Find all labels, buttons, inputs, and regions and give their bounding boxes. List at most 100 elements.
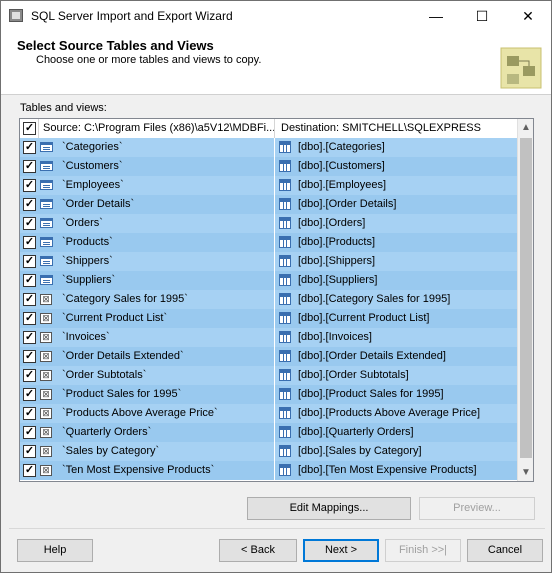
row-checkbox[interactable]: ✓ bbox=[23, 236, 36, 249]
minimize-button[interactable]: — bbox=[413, 1, 459, 32]
destination-cell[interactable]: [dbo].[Categories] bbox=[275, 138, 518, 157]
table-row[interactable]: ✓ ⊠ `Current Product List` [dbo].[Current P… bbox=[20, 309, 518, 328]
source-cell[interactable]: ⊠ `Product Sales for 1995` bbox=[39, 385, 275, 404]
table-row[interactable]: ✓ `Order Details` [dbo].[Order Details] bbox=[20, 195, 518, 214]
source-cell[interactable]: ⊠ `Current Product List` bbox=[39, 309, 275, 328]
row-checkbox[interactable]: ✓ bbox=[23, 255, 36, 268]
row-checkbox[interactable]: ✓ bbox=[23, 179, 36, 192]
vertical-scrollbar[interactable]: ▲ ▼ bbox=[517, 119, 533, 481]
destination-cell[interactable]: [dbo].[Products Above Average Price] bbox=[275, 404, 518, 423]
row-checkbox[interactable]: ✓ bbox=[23, 312, 36, 325]
back-button[interactable]: < Back bbox=[219, 539, 297, 562]
row-checkbox[interactable]: ✓ bbox=[23, 369, 36, 382]
source-cell[interactable]: ⊠ `Quarterly Orders` bbox=[39, 423, 275, 442]
table-row[interactable]: ✓ `Shippers` [dbo].[Shippers] bbox=[20, 252, 518, 271]
view-icon: ⊠ bbox=[40, 313, 52, 324]
table-row[interactable]: ✓ ⊠ `Sales by Category` [dbo].[Sales by Cat… bbox=[20, 442, 518, 461]
destination-cell[interactable]: [dbo].[Invoices] bbox=[275, 328, 518, 347]
select-all-checkbox[interactable]: ✓ bbox=[23, 122, 36, 135]
destination-cell[interactable]: [dbo].[Customers] bbox=[275, 157, 518, 176]
source-cell[interactable]: `Products` bbox=[39, 233, 275, 252]
destination-column-header[interactable]: Destination: SMITCHELL\SQLEXPRESS bbox=[275, 119, 518, 138]
destination-cell[interactable]: [dbo].[Order Details Extended] bbox=[275, 347, 518, 366]
table-row[interactable]: ✓ ⊠ `Order Details Extended` [dbo].[Order D… bbox=[20, 347, 518, 366]
table-row[interactable]: ✓ ⊠ `Ten Most Expensive Products` [dbo].[Te… bbox=[20, 461, 518, 480]
source-cell[interactable]: `Customers` bbox=[39, 157, 275, 176]
help-button[interactable]: Help bbox=[17, 539, 93, 562]
row-checkbox[interactable]: ✓ bbox=[23, 445, 36, 458]
row-checkbox[interactable]: ✓ bbox=[23, 293, 36, 306]
destination-cell[interactable]: [dbo].[Order Subtotals] bbox=[275, 366, 518, 385]
destination-cell[interactable]: [dbo].[Category Sales for 1995] bbox=[275, 290, 518, 309]
row-checkbox[interactable]: ✓ bbox=[23, 464, 36, 477]
destination-cell[interactable]: [dbo].[Employees] bbox=[275, 176, 518, 195]
finish-button[interactable]: Finish >>| bbox=[385, 539, 461, 562]
view-icon: ⊠ bbox=[40, 351, 52, 362]
table-row[interactable]: ✓ ⊠ `Quarterly Orders` [dbo].[Quarterly Ord… bbox=[20, 423, 518, 442]
destination-table-icon bbox=[279, 388, 291, 400]
source-cell[interactable]: `Employees` bbox=[39, 176, 275, 195]
destination-cell[interactable]: [dbo].[Quarterly Orders] bbox=[275, 423, 518, 442]
app-icon bbox=[9, 9, 23, 22]
row-checkbox[interactable]: ✓ bbox=[23, 274, 36, 287]
row-checkbox[interactable]: ✓ bbox=[23, 407, 36, 420]
source-cell[interactable]: ⊠ `Order Details Extended` bbox=[39, 347, 275, 366]
table-row[interactable]: ✓ `Customers` [dbo].[Customers] bbox=[20, 157, 518, 176]
source-cell[interactable]: ⊠ `Order Subtotals` bbox=[39, 366, 275, 385]
row-checkbox[interactable]: ✓ bbox=[23, 350, 36, 363]
scroll-thumb[interactable] bbox=[520, 138, 532, 458]
table-row[interactable]: ✓ ⊠ `Order Subtotals` [dbo].[Order Subtotal… bbox=[20, 366, 518, 385]
row-checkbox[interactable]: ✓ bbox=[23, 160, 36, 173]
source-column-header[interactable]: Source: C:\Program Files (x86)\a5V12\MDB… bbox=[39, 119, 275, 138]
view-icon: ⊠ bbox=[40, 332, 52, 343]
table-row[interactable]: ✓ ⊠ `Products Above Average Price` [dbo].[P… bbox=[20, 404, 518, 423]
select-all-cell[interactable]: ✓ bbox=[20, 119, 39, 138]
close-button[interactable]: ✕ bbox=[505, 1, 551, 32]
source-cell[interactable]: ⊠ `Sales by Category` bbox=[39, 442, 275, 461]
table-row[interactable]: ✓ `Products` [dbo].[Products] bbox=[20, 233, 518, 252]
row-checkbox[interactable]: ✓ bbox=[23, 141, 36, 154]
table-row[interactable]: ✓ `Suppliers` [dbo].[Suppliers] bbox=[20, 271, 518, 290]
table-row[interactable]: ✓ `Orders` [dbo].[Orders] bbox=[20, 214, 518, 233]
destination-cell[interactable]: [dbo].[Product Sales for 1995] bbox=[275, 385, 518, 404]
table-row[interactable]: ✓ ⊠ `Invoices` [dbo].[Invoices] bbox=[20, 328, 518, 347]
table-row[interactable]: ✓ ⊠ `Category Sales for 1995` [dbo].[Catego… bbox=[20, 290, 518, 309]
source-cell[interactable]: `Categories` bbox=[39, 138, 275, 157]
destination-cell[interactable]: [dbo].[Products] bbox=[275, 233, 518, 252]
source-cell[interactable]: `Orders` bbox=[39, 214, 275, 233]
scroll-down-icon[interactable]: ▼ bbox=[518, 464, 533, 481]
source-cell[interactable]: `Order Details` bbox=[39, 195, 275, 214]
destination-cell[interactable]: [dbo].[Shippers] bbox=[275, 252, 518, 271]
next-button[interactable]: Next > bbox=[303, 539, 379, 562]
source-cell[interactable]: `Suppliers` bbox=[39, 271, 275, 290]
row-checkbox[interactable]: ✓ bbox=[23, 217, 36, 230]
destination-table-icon bbox=[279, 274, 291, 286]
row-checkbox[interactable]: ✓ bbox=[23, 388, 36, 401]
destination-cell[interactable]: [dbo].[Current Product List] bbox=[275, 309, 518, 328]
row-checkbox[interactable]: ✓ bbox=[23, 198, 36, 211]
destination-name: [dbo].[Products] bbox=[298, 236, 376, 248]
scroll-up-icon[interactable]: ▲ bbox=[518, 119, 533, 136]
cancel-button[interactable]: Cancel bbox=[467, 539, 543, 562]
destination-cell[interactable]: [dbo].[Ten Most Expensive Products] bbox=[275, 461, 518, 480]
destination-cell[interactable]: [dbo].[Order Details] bbox=[275, 195, 518, 214]
row-checkbox[interactable]: ✓ bbox=[23, 331, 36, 344]
source-cell[interactable]: `Shippers` bbox=[39, 252, 275, 271]
table-icon bbox=[40, 199, 53, 209]
destination-table-icon bbox=[279, 312, 291, 324]
row-checkbox[interactable]: ✓ bbox=[23, 426, 36, 439]
tables-grid[interactable]: ✓ Source: C:\Program Files (x86)\a5V12\M… bbox=[19, 118, 534, 482]
maximize-button[interactable]: ☐ bbox=[459, 1, 505, 32]
source-cell[interactable]: ⊠ `Ten Most Expensive Products` bbox=[39, 461, 275, 480]
preview-button[interactable]: Preview... bbox=[419, 497, 535, 520]
edit-mappings-button[interactable]: Edit Mappings... bbox=[247, 497, 411, 520]
destination-cell[interactable]: [dbo].[Suppliers] bbox=[275, 271, 518, 290]
source-cell[interactable]: ⊠ `Invoices` bbox=[39, 328, 275, 347]
table-row[interactable]: ✓ `Categories` [dbo].[Categories] bbox=[20, 138, 518, 157]
table-row[interactable]: ✓ `Employees` [dbo].[Employees] bbox=[20, 176, 518, 195]
table-row[interactable]: ✓ ⊠ `Product Sales for 1995` [dbo].[Product… bbox=[20, 385, 518, 404]
destination-cell[interactable]: [dbo].[Sales by Category] bbox=[275, 442, 518, 461]
destination-cell[interactable]: [dbo].[Orders] bbox=[275, 214, 518, 233]
source-cell[interactable]: ⊠ `Category Sales for 1995` bbox=[39, 290, 275, 309]
source-cell[interactable]: ⊠ `Products Above Average Price` bbox=[39, 404, 275, 423]
